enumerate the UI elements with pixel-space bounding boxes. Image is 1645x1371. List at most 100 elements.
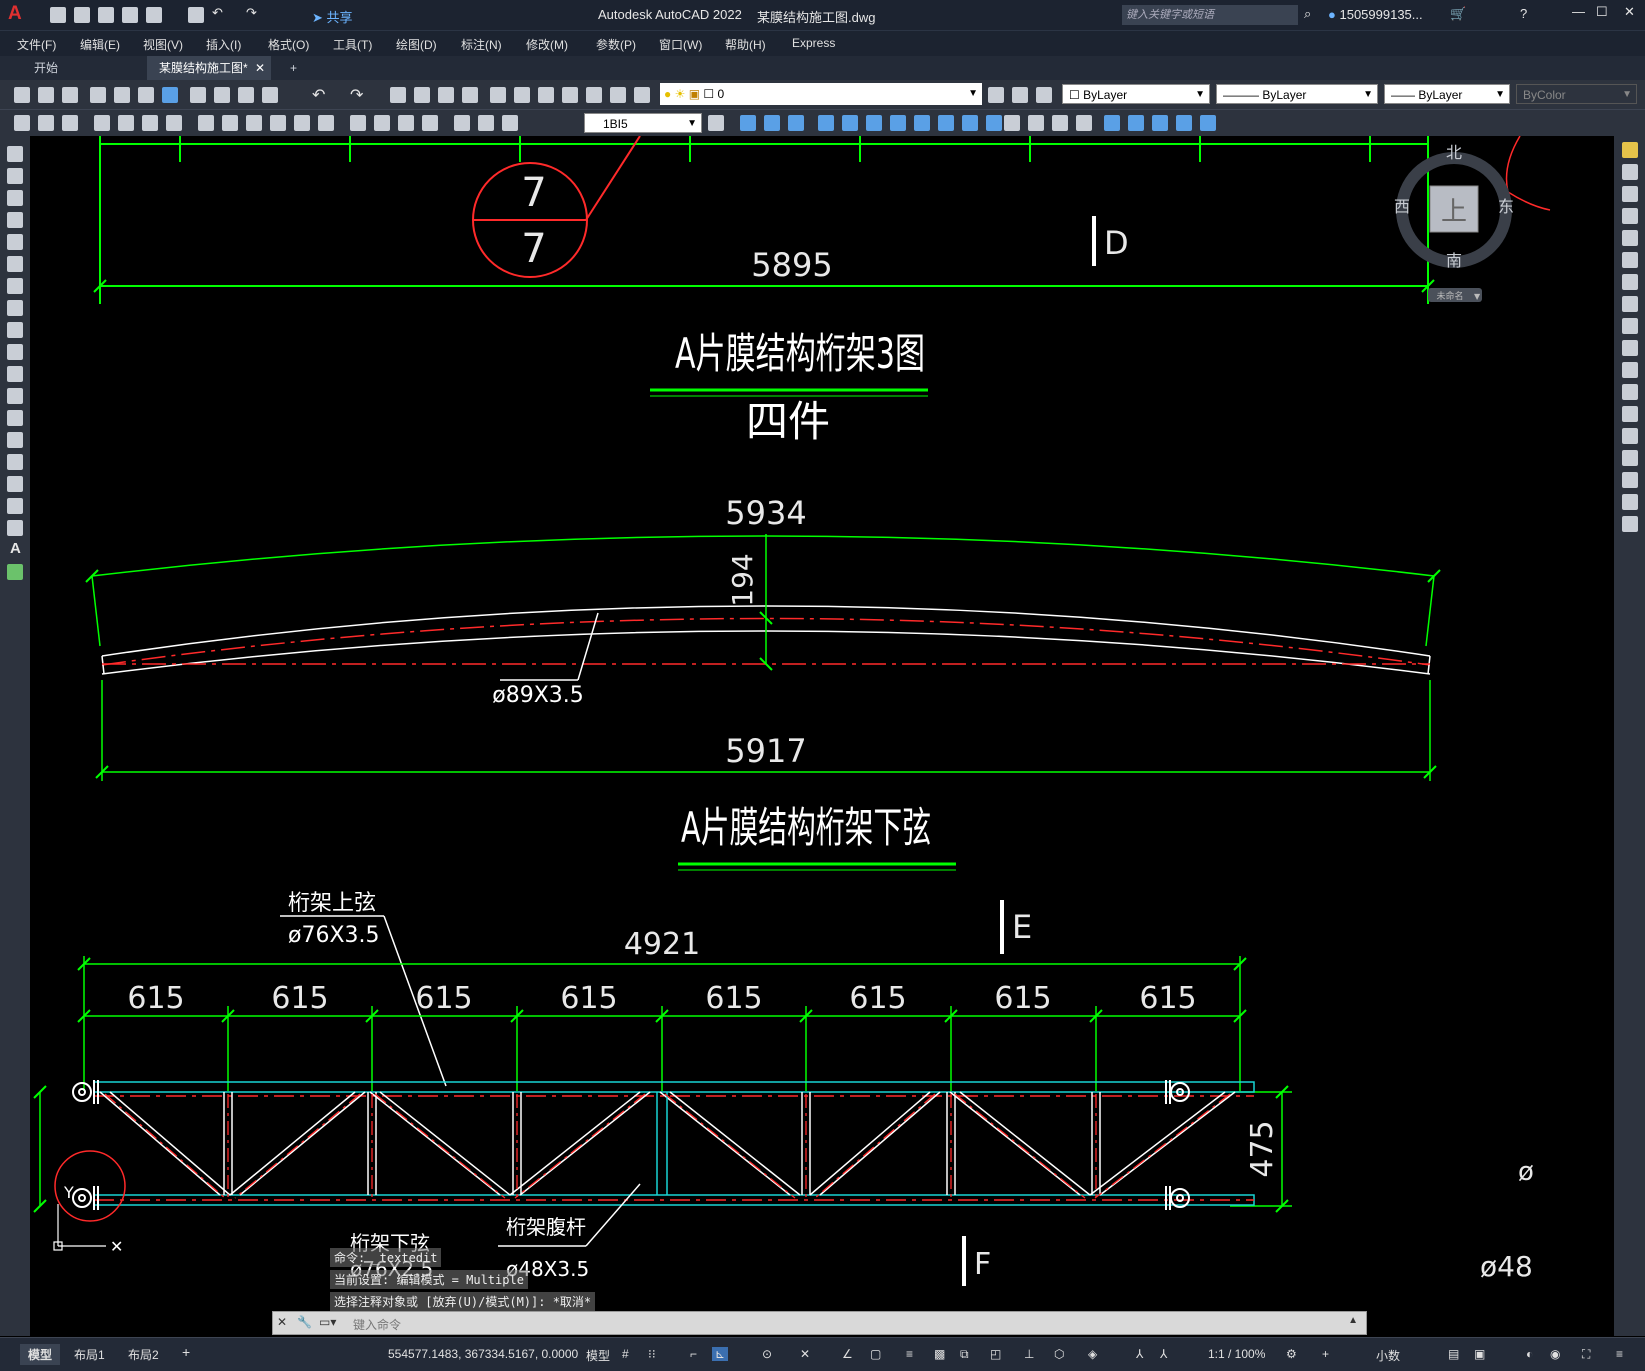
dim-continue-icon[interactable] bbox=[270, 115, 286, 131]
menu-modify[interactable]: 修改(M) bbox=[526, 36, 568, 53]
search-input[interactable]: 键入关键字或短语 bbox=[1122, 5, 1298, 25]
dim-edit-icon[interactable] bbox=[454, 115, 470, 131]
copy-object-icon[interactable] bbox=[1622, 164, 1638, 180]
quick-dim-icon[interactable] bbox=[222, 115, 238, 131]
extrude-icon[interactable] bbox=[914, 115, 930, 131]
layout-tab-2[interactable]: 布局2 bbox=[128, 1346, 159, 1363]
make-current-icon[interactable] bbox=[1012, 87, 1028, 103]
save-toolbar-icon[interactable] bbox=[62, 87, 78, 103]
coordinates-readout[interactable]: 554577.1483, 367334.5167, 0.0000 bbox=[388, 1347, 578, 1361]
properties-icon[interactable] bbox=[490, 87, 506, 103]
settings-gear-icon[interactable]: ⚙ bbox=[1286, 1347, 1297, 1361]
close-button[interactable]: ✕ bbox=[1624, 4, 1635, 20]
scale-icon[interactable] bbox=[1622, 296, 1638, 312]
thicken-icon[interactable] bbox=[1128, 115, 1144, 131]
linetype-control[interactable]: ——— ByLayer ▼ bbox=[1216, 84, 1378, 104]
command-input[interactable]: 键入命令 bbox=[353, 1316, 401, 1333]
osnap-icon[interactable]: ▢ bbox=[870, 1347, 881, 1361]
sun-icon[interactable]: ☀ bbox=[675, 87, 686, 101]
array-icon[interactable] bbox=[1622, 230, 1638, 246]
dim-linear-icon[interactable] bbox=[14, 115, 30, 131]
help-icon[interactable]: ? bbox=[1520, 6, 1527, 21]
fillet-icon[interactable] bbox=[1622, 472, 1638, 488]
zoom-realtime-icon[interactable] bbox=[414, 87, 430, 103]
lock-ui-icon[interactable]: ▣ bbox=[1474, 1347, 1485, 1361]
dim-radius-icon[interactable] bbox=[118, 115, 134, 131]
offset-icon[interactable] bbox=[1622, 208, 1638, 224]
ellipse-arc-icon[interactable] bbox=[7, 366, 23, 382]
multiline-text-icon[interactable]: A bbox=[10, 540, 21, 557]
panel-dim-1[interactable]: 615 bbox=[127, 981, 184, 1016]
center-mark-icon[interactable] bbox=[374, 115, 390, 131]
subtitle-quantity[interactable]: 四件 bbox=[746, 397, 830, 446]
layer-control[interactable]: ● ☀ ▣ ☐ 0 ▼ bbox=[660, 83, 982, 105]
presspull-icon[interactable] bbox=[1104, 115, 1120, 131]
top-chord-label[interactable]: 桁架上弦 bbox=[288, 891, 376, 916]
wedge-icon[interactable] bbox=[764, 115, 780, 131]
union-icon[interactable] bbox=[1004, 115, 1020, 131]
autocad-logo-icon[interactable]: A bbox=[8, 4, 28, 24]
viewcube[interactable]: 上 北 南 东 西 未命名 ▼ bbox=[1394, 143, 1514, 302]
hardware-acceleration-icon[interactable]: ◉ bbox=[1550, 1347, 1560, 1361]
break-at-point-icon[interactable] bbox=[1622, 384, 1638, 400]
title-lower-chord[interactable]: A片膜结构桁架下弦 bbox=[681, 803, 931, 852]
top-chord-size[interactable]: ø76X3.5 bbox=[288, 923, 380, 948]
osnap-tracking-icon[interactable]: ✕ bbox=[800, 1347, 810, 1361]
polysolid-icon[interactable] bbox=[1076, 115, 1092, 131]
redo-icon[interactable]: ↷ bbox=[246, 5, 257, 21]
undo-icon[interactable]: ↶ bbox=[212, 5, 223, 21]
hatch-icon[interactable] bbox=[7, 454, 23, 470]
revision-cloud-icon[interactable] bbox=[7, 300, 23, 316]
command-prompt-icon[interactable]: ▭▾ bbox=[319, 1315, 336, 1329]
layout-tab-model[interactable]: 模型 bbox=[20, 1344, 61, 1365]
circle-icon[interactable] bbox=[7, 278, 23, 294]
detail-callout[interactable]: 7 7 bbox=[472, 136, 641, 278]
construction-line-icon[interactable] bbox=[7, 168, 23, 184]
color-control[interactable]: ☐ ByLayer ▼ bbox=[1062, 84, 1210, 104]
plot-icon[interactable] bbox=[188, 7, 204, 23]
compass-east[interactable]: 东 bbox=[1498, 197, 1514, 216]
units-selector[interactable]: 小数 bbox=[1376, 1347, 1400, 1364]
box-icon[interactable] bbox=[740, 115, 756, 131]
copy-icon[interactable] bbox=[214, 87, 230, 103]
plus-icon[interactable]: + bbox=[1322, 1347, 1329, 1361]
inspection-icon[interactable] bbox=[398, 115, 414, 131]
grid-icon[interactable]: # bbox=[622, 1347, 629, 1361]
add-layout-button[interactable]: + bbox=[182, 1344, 190, 1360]
chamfer-icon[interactable] bbox=[1622, 450, 1638, 466]
gradient-icon[interactable] bbox=[7, 476, 23, 492]
blend-curves-icon[interactable] bbox=[1622, 494, 1638, 510]
ortho-icon[interactable]: ⊾ bbox=[712, 1347, 729, 1361]
join-icon[interactable] bbox=[1622, 428, 1638, 444]
arc-icon[interactable] bbox=[7, 256, 23, 272]
annotation-visibility-icon[interactable]: ⅄ bbox=[1136, 1347, 1143, 1361]
menu-help[interactable]: 帮助(H) bbox=[725, 36, 766, 53]
tool-palettes-icon[interactable] bbox=[538, 87, 554, 103]
panel-dim-8[interactable]: 615 bbox=[1139, 981, 1196, 1016]
mirror-icon[interactable] bbox=[1622, 186, 1638, 202]
explode-icon[interactable] bbox=[1622, 516, 1638, 532]
preview-icon[interactable] bbox=[114, 87, 130, 103]
break-icon[interactable] bbox=[1622, 406, 1638, 422]
add-selected-icon[interactable] bbox=[7, 564, 23, 580]
annotation-monitor-icon[interactable]: ◈ bbox=[1088, 1347, 1097, 1361]
erase-icon[interactable] bbox=[1622, 142, 1638, 158]
layer-previous-icon[interactable] bbox=[1036, 87, 1052, 103]
dim-text-475[interactable]: 475 bbox=[1245, 1120, 1280, 1177]
menu-dimension[interactable]: 标注(N) bbox=[461, 36, 502, 53]
truss-elevation[interactable] bbox=[72, 1080, 1255, 1210]
polar-icon[interactable]: ⊙ bbox=[762, 1347, 772, 1361]
auto-scale-icon[interactable]: ⅄ bbox=[1160, 1347, 1167, 1361]
gizmo-icon[interactable]: ⬡ bbox=[1054, 1347, 1064, 1361]
tab-start[interactable]: 开始 bbox=[22, 56, 70, 80]
help-toolbar-icon[interactable] bbox=[634, 87, 650, 103]
intersect-icon[interactable] bbox=[1052, 115, 1068, 131]
close-tab-icon[interactable]: ✕ bbox=[255, 56, 265, 80]
command-line[interactable]: ✕ 🔧 ▭▾ 键入命令 ▲ bbox=[272, 1311, 1367, 1335]
calculator-icon[interactable] bbox=[610, 87, 626, 103]
lineweight-control[interactable]: —— ByLayer ▼ bbox=[1384, 84, 1510, 104]
menu-insert[interactable]: 插入(I) bbox=[206, 36, 241, 53]
ellipse-icon[interactable] bbox=[7, 344, 23, 360]
drawing-canvas[interactable]: 5895 7 7 D A片膜结构桁架3图 四件 5934 194 ø89X3.5 bbox=[30, 136, 1614, 1337]
match-properties-icon[interactable] bbox=[262, 87, 278, 103]
